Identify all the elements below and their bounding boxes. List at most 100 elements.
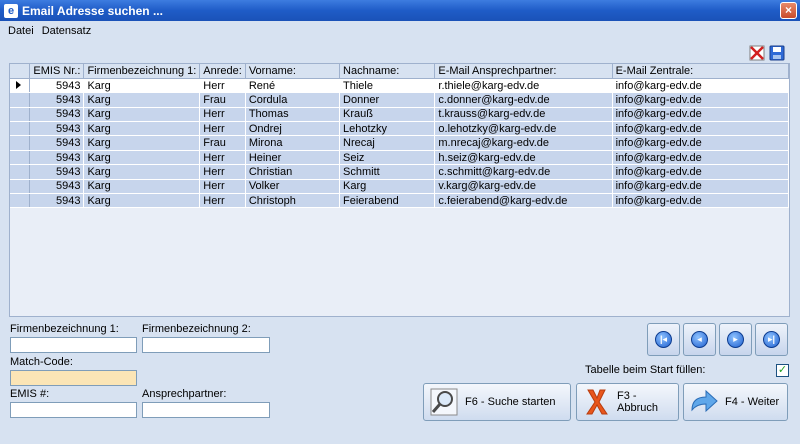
next-record-button[interactable]: ▸: [719, 323, 752, 356]
cell-email[interactable]: v.karg@karg-edv.de: [434, 179, 613, 195]
cell-anrede[interactable]: Herr: [199, 150, 246, 166]
table-row[interactable]: 5943 Karg Herr Thomas Krauß t.krauss@kar…: [10, 107, 789, 123]
cell-anrede[interactable]: Frau: [199, 135, 246, 151]
cell-nachname[interactable]: Thiele: [339, 78, 436, 94]
last-record-button[interactable]: ▸|: [755, 323, 788, 356]
delete-icon[interactable]: [748, 44, 766, 62]
col-header-emis[interactable]: EMIS Nr.:: [29, 64, 85, 79]
cell-email[interactable]: c.feierabend@karg-edv.de: [434, 193, 613, 209]
cell-zentrale[interactable]: info@karg-edv.de: [612, 78, 789, 94]
table-row[interactable]: 5943 Karg Frau Cordula Donner c.donner@k…: [10, 92, 789, 108]
results-grid[interactable]: EMIS Nr.: Firmenbezeichnung 1: Anrede: V…: [9, 63, 790, 317]
cell-zentrale[interactable]: info@karg-edv.de: [612, 179, 789, 195]
cell-emis[interactable]: 5943: [29, 135, 85, 151]
cell-nachname[interactable]: Nrecaj: [339, 135, 436, 151]
table-row[interactable]: 5943 Karg Herr Ondrej Lehotzky o.lehotzk…: [10, 121, 789, 137]
cell-firma[interactable]: Karg: [83, 150, 201, 166]
cell-emis[interactable]: 5943: [29, 179, 85, 195]
table-row[interactable]: 5943 Karg Herr Christian Schmitt c.schmi…: [10, 164, 789, 180]
cell-emis[interactable]: 5943: [29, 78, 85, 94]
cell-nachname[interactable]: Lehotzky: [339, 121, 436, 137]
cell-firma[interactable]: Karg: [83, 135, 201, 151]
cell-anrede[interactable]: Herr: [199, 193, 246, 209]
table-row[interactable]: 5943 Karg Herr René Thiele r.thiele@karg…: [10, 78, 789, 94]
cell-zentrale[interactable]: info@karg-edv.de: [612, 164, 789, 180]
cell-emis[interactable]: 5943: [29, 193, 85, 209]
cell-anrede[interactable]: Herr: [199, 78, 246, 94]
col-header-zentrale[interactable]: E-Mail Zentrale:: [612, 64, 789, 79]
cell-email[interactable]: o.lehotzky@karg-edv.de: [434, 121, 613, 137]
search-button[interactable]: F6 - Suche starten: [423, 383, 571, 421]
cell-email[interactable]: c.donner@karg-edv.de: [434, 92, 613, 108]
cell-nachname[interactable]: Krauß: [339, 107, 436, 123]
first-record-button[interactable]: |◂: [647, 323, 680, 356]
cell-firma[interactable]: Karg: [83, 164, 201, 180]
cell-anrede[interactable]: Herr: [199, 121, 246, 137]
col-header-firma[interactable]: Firmenbezeichnung 1:: [83, 64, 201, 79]
match-code-input[interactable]: [10, 370, 137, 386]
cell-nachname[interactable]: Karg: [339, 179, 436, 195]
cell-firma[interactable]: Karg: [83, 121, 201, 137]
cell-vorname[interactable]: Mirona: [245, 135, 341, 151]
cell-emis[interactable]: 5943: [29, 107, 85, 123]
col-header-vorname[interactable]: Vorname:: [245, 64, 341, 79]
cell-email[interactable]: m.nrecaj@karg-edv.de: [434, 135, 613, 151]
cell-zentrale[interactable]: info@karg-edv.de: [612, 135, 789, 151]
table-row[interactable]: 5943 Karg Herr Volker Karg v.karg@karg-e…: [10, 179, 789, 195]
firma1-input[interactable]: [10, 337, 137, 353]
cell-emis[interactable]: 5943: [29, 150, 85, 166]
table-row[interactable]: 5943 Karg Herr Heiner Seiz h.seiz@karg-e…: [10, 150, 789, 166]
cell-zentrale[interactable]: info@karg-edv.de: [612, 193, 789, 209]
previous-record-button[interactable]: ◂: [683, 323, 716, 356]
fill-on-start-checkbox[interactable]: ✓: [776, 364, 789, 377]
table-row[interactable]: 5943 Karg Frau Mirona Nrecaj m.nrecaj@ka…: [10, 135, 789, 151]
menu-datei[interactable]: Datei: [8, 25, 34, 37]
cell-zentrale[interactable]: info@karg-edv.de: [612, 121, 789, 137]
row-indicator: [10, 78, 31, 94]
col-header-email[interactable]: E-Mail Ansprechpartner:: [434, 64, 613, 79]
cell-nachname[interactable]: Feierabend: [339, 193, 436, 209]
cell-zentrale[interactable]: info@karg-edv.de: [612, 92, 789, 108]
table-row[interactable]: 5943 Karg Herr Christoph Feierabend c.fe…: [10, 193, 789, 209]
cell-anrede[interactable]: Herr: [199, 164, 246, 180]
menu-datensatz[interactable]: Datensatz: [42, 25, 92, 37]
ansprechpartner-label: Ansprechpartner:: [142, 388, 227, 400]
cell-firma[interactable]: Karg: [83, 179, 201, 195]
next-button[interactable]: F4 - Weiter: [683, 383, 788, 421]
col-header-nachname[interactable]: Nachname:: [339, 64, 436, 79]
cell-vorname[interactable]: Cordula: [245, 92, 341, 108]
cell-zentrale[interactable]: info@karg-edv.de: [612, 150, 789, 166]
cell-emis[interactable]: 5943: [29, 164, 85, 180]
col-header-anrede[interactable]: Anrede:: [199, 64, 246, 79]
cell-nachname[interactable]: Donner: [339, 92, 436, 108]
firma2-input[interactable]: [142, 337, 270, 353]
cell-vorname[interactable]: Christoph: [245, 193, 341, 209]
cell-emis[interactable]: 5943: [29, 121, 85, 137]
cell-nachname[interactable]: Schmitt: [339, 164, 436, 180]
cell-vorname[interactable]: René: [245, 78, 341, 94]
cell-vorname[interactable]: Ondrej: [245, 121, 341, 137]
ansprechpartner-input[interactable]: [142, 402, 270, 418]
cell-nachname[interactable]: Seiz: [339, 150, 436, 166]
cell-vorname[interactable]: Heiner: [245, 150, 341, 166]
cell-vorname[interactable]: Christian: [245, 164, 341, 180]
save-icon[interactable]: [768, 44, 786, 62]
cell-firma[interactable]: Karg: [83, 193, 201, 209]
cell-firma[interactable]: Karg: [83, 107, 201, 123]
cell-anrede[interactable]: Herr: [199, 179, 246, 195]
cell-emis[interactable]: 5943: [29, 92, 85, 108]
cell-email[interactable]: h.seiz@karg-edv.de: [434, 150, 613, 166]
cell-email[interactable]: t.krauss@karg-edv.de: [434, 107, 613, 123]
cell-email[interactable]: r.thiele@karg-edv.de: [434, 78, 613, 94]
cell-vorname[interactable]: Volker: [245, 179, 341, 195]
close-button[interactable]: ×: [780, 2, 797, 19]
cell-vorname[interactable]: Thomas: [245, 107, 341, 123]
cell-anrede[interactable]: Herr: [199, 107, 246, 123]
cell-zentrale[interactable]: info@karg-edv.de: [612, 107, 789, 123]
cell-anrede[interactable]: Frau: [199, 92, 246, 108]
cancel-button[interactable]: F3 - Abbruch: [576, 383, 679, 421]
cell-firma[interactable]: Karg: [83, 92, 201, 108]
cell-email[interactable]: c.schmitt@karg-edv.de: [434, 164, 613, 180]
emis-input[interactable]: [10, 402, 137, 418]
cell-firma[interactable]: Karg: [83, 78, 201, 94]
